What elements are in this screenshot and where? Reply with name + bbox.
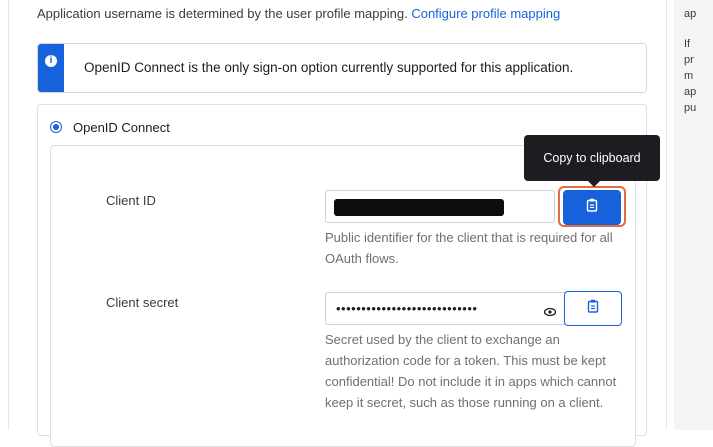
clipboard-icon (587, 299, 599, 318)
credentials-panel: Client ID Public identifier for the clie… (50, 145, 636, 447)
client-secret-field[interactable]: •••••••••••••••••••••••••••• (325, 292, 567, 325)
client-id-field[interactable] (325, 190, 555, 223)
help-panel-line: pu (684, 102, 697, 114)
openid-radio[interactable] (50, 121, 62, 133)
info-banner: i OpenID Connect is the only sign-on opt… (37, 43, 647, 93)
profile-mapping-text: Application username is determined by th… (37, 6, 560, 21)
help-panel-line: ap (684, 86, 697, 98)
info-banner-message: OpenID Connect is the only sign-on optio… (84, 60, 574, 75)
tooltip-arrow (588, 181, 600, 187)
right-help-panel: ap If pr m ap pu (674, 0, 713, 430)
copy-client-secret-button[interactable] (564, 291, 622, 326)
username-description: Application username is determined by th… (37, 6, 408, 21)
tooltip-text: Copy to clipboard (543, 151, 641, 165)
client-id-label: Client ID (106, 193, 156, 208)
info-banner-bar: i (38, 44, 64, 92)
client-secret-masked-value: •••••••••••••••••••••••••••• (336, 301, 478, 316)
help-panel-line: ap (684, 8, 697, 20)
client-secret-help: Secret used by the client to exchange an… (325, 332, 617, 410)
help-panel-line: m (684, 70, 694, 82)
openid-option-label[interactable]: OpenID Connect (73, 120, 170, 135)
help-panel-line: pr (684, 54, 694, 66)
client-secret-label: Client secret (106, 295, 179, 310)
copy-tooltip: Copy to clipboard (524, 135, 660, 187)
client-id-help: Public identifier for the client that is… (325, 230, 613, 266)
info-icon: i (45, 55, 57, 67)
help-panel-line: If (684, 38, 691, 50)
configure-profile-mapping-link[interactable]: Configure profile mapping (411, 6, 560, 21)
copy-client-id-button[interactable] (563, 190, 621, 225)
eye-icon[interactable] (543, 304, 557, 322)
radio-selected-dot (53, 124, 59, 130)
clipboard-icon (586, 198, 598, 217)
client-id-redacted-value (334, 199, 504, 216)
